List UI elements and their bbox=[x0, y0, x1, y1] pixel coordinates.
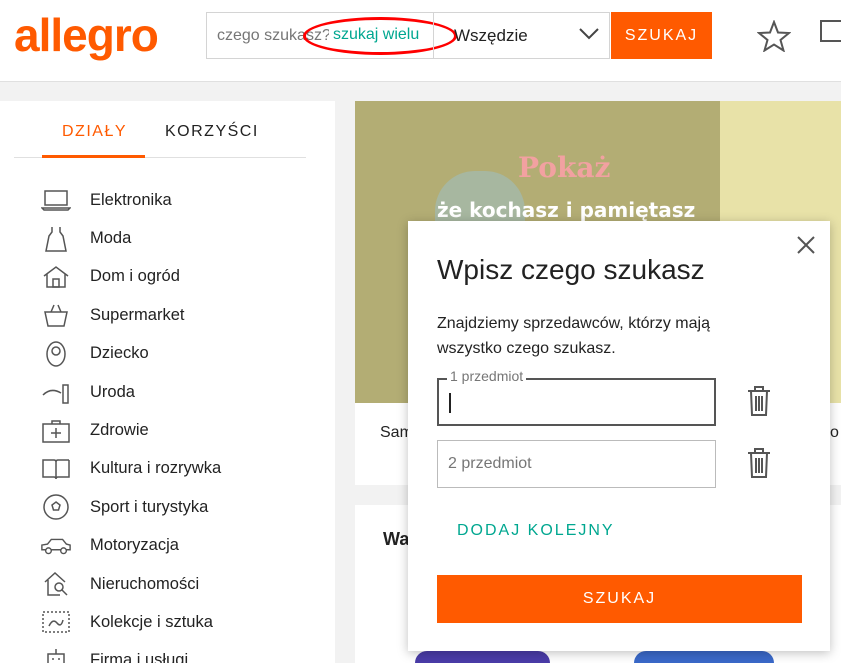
category-item-culture[interactable]: Kultura i rozrywka bbox=[40, 450, 320, 488]
stamp-icon bbox=[40, 609, 72, 635]
trash-icon[interactable] bbox=[745, 384, 773, 418]
item-2-input[interactable] bbox=[438, 441, 715, 487]
banner-subline: że kochasz i pamiętasz bbox=[437, 198, 696, 222]
add-item-button[interactable]: DODAJ KOLEJNY bbox=[457, 522, 615, 540]
tab-benefits[interactable]: KORZYŚCI bbox=[165, 123, 259, 141]
text-cursor bbox=[449, 393, 451, 413]
category-select-value: Wszędzie bbox=[454, 26, 528, 45]
product-thumb-peek bbox=[415, 651, 550, 663]
category-label: Elektronika bbox=[90, 190, 172, 209]
house-search-icon bbox=[40, 571, 72, 597]
category-item-business[interactable]: Firma i usługi bbox=[40, 642, 320, 663]
category-list: Elektronika Moda Dom i ogród Supermarket… bbox=[40, 181, 320, 663]
dress-icon bbox=[40, 226, 72, 252]
chevron-down-icon bbox=[579, 28, 599, 40]
category-item-real-estate[interactable]: Nieruchomości bbox=[40, 565, 320, 603]
house-icon bbox=[40, 264, 72, 290]
banner-caption-right: o bbox=[830, 424, 839, 441]
dialog-title: Wpisz czego szukasz bbox=[437, 254, 705, 285]
category-label: Sport i turystyka bbox=[90, 497, 209, 516]
cart-icon-partial[interactable] bbox=[820, 20, 841, 42]
item-1-input[interactable] bbox=[439, 380, 714, 424]
star-icon[interactable] bbox=[757, 20, 791, 52]
category-sidebar: DZIAŁY KORZYŚCI Elektronika Moda Dom i o… bbox=[0, 101, 335, 663]
category-item-health[interactable]: Zdrowie bbox=[40, 411, 320, 449]
active-tab-indicator bbox=[42, 155, 145, 158]
book-icon bbox=[40, 456, 72, 482]
category-select[interactable]: Wszędzie bbox=[434, 13, 610, 58]
category-label: Dom i ogród bbox=[90, 267, 180, 286]
category-label: Uroda bbox=[90, 382, 135, 401]
tab-departments[interactable]: DZIAŁY bbox=[62, 123, 127, 141]
product-thumb-peek bbox=[634, 651, 774, 663]
basket-icon bbox=[40, 302, 72, 328]
allegro-logo[interactable]: allegro bbox=[14, 8, 159, 62]
first-aid-icon bbox=[40, 418, 72, 444]
item-1-field[interactable]: 1 przedmiot bbox=[437, 368, 716, 426]
car-icon bbox=[40, 533, 72, 559]
category-label: Kolekcje i sztuka bbox=[90, 612, 213, 631]
search-many-link[interactable]: szukaj wielu bbox=[329, 26, 424, 44]
category-label: Kultura i rozrywka bbox=[90, 459, 222, 478]
category-item-automotive[interactable]: Motoryzacja bbox=[40, 527, 320, 565]
item-2-field[interactable] bbox=[437, 440, 716, 488]
category-item-beauty[interactable]: Uroda bbox=[40, 373, 320, 411]
dialog-description: Znajdziemy sprzedawców, którzy mają wszy… bbox=[437, 315, 710, 357]
category-label: Dziecko bbox=[90, 344, 149, 363]
search-button[interactable]: SZUKAJ bbox=[611, 12, 712, 59]
trash-icon[interactable] bbox=[745, 446, 773, 480]
search-bar: szukaj wielu Wszędzie bbox=[206, 12, 610, 59]
dialog-search-button[interactable]: SZUKAJ bbox=[437, 575, 802, 623]
baby-icon bbox=[40, 341, 72, 367]
multi-search-dialog: Wpisz czego szukasz Znajdziemy sprzedawc… bbox=[408, 221, 830, 651]
ball-icon bbox=[40, 494, 72, 521]
category-label: Motoryzacja bbox=[90, 536, 179, 555]
category-item-supermarket[interactable]: Supermarket bbox=[40, 296, 320, 334]
top-header: allegro szukaj wielu Wszędzie SZUKAJ bbox=[0, 0, 841, 82]
category-item-home-garden[interactable]: Dom i ogród bbox=[40, 258, 320, 296]
laptop-icon bbox=[40, 187, 72, 213]
category-label: Nieruchomości bbox=[90, 574, 200, 593]
lipstick-icon bbox=[40, 379, 72, 405]
category-item-sport[interactable]: Sport i turystyka bbox=[40, 488, 320, 526]
category-item-collections[interactable]: Kolekcje i sztuka bbox=[40, 603, 320, 641]
category-label: Moda bbox=[90, 229, 132, 248]
category-item-fashion[interactable]: Moda bbox=[40, 219, 320, 257]
recommendations-title: Wa bbox=[383, 529, 410, 549]
category-label: Firma i usługi bbox=[90, 651, 189, 663]
close-icon[interactable] bbox=[795, 234, 817, 256]
item-1-label: 1 przedmiot bbox=[447, 368, 527, 384]
category-label: Supermarket bbox=[90, 305, 185, 324]
category-item-electronics[interactable]: Elektronika bbox=[40, 181, 320, 219]
building-icon bbox=[40, 648, 72, 663]
banner-headline: Pokaż bbox=[518, 151, 611, 184]
category-label: Zdrowie bbox=[90, 421, 149, 440]
category-item-child[interactable]: Dziecko bbox=[40, 335, 320, 373]
sidebar-tabs: DZIAŁY KORZYŚCI bbox=[14, 101, 306, 158]
